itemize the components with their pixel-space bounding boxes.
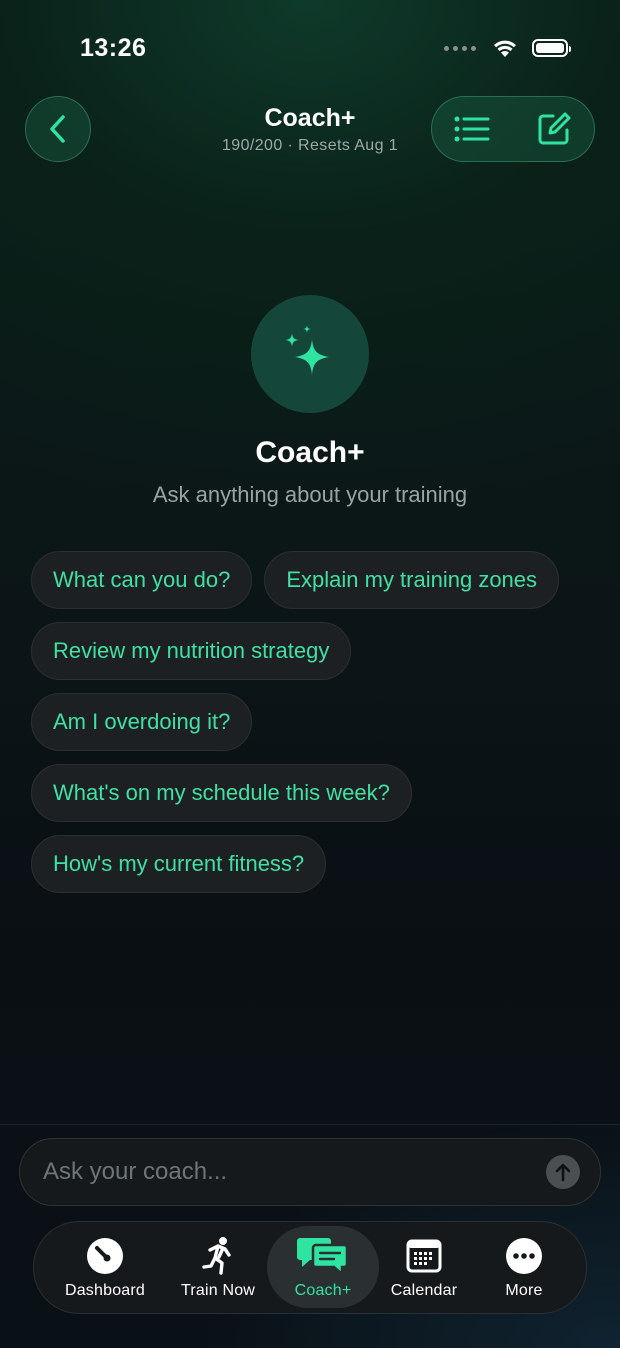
more-dots-icon bbox=[506, 1238, 542, 1274]
suggestion-chip[interactable]: Explain my training zones bbox=[264, 551, 560, 609]
tab-train-now[interactable]: Train Now bbox=[162, 1222, 274, 1312]
tab-label: Coach+ bbox=[294, 1282, 352, 1299]
tab-label: Calendar bbox=[390, 1282, 458, 1299]
tab-label: Train Now bbox=[180, 1282, 256, 1299]
message-composer bbox=[19, 1138, 601, 1206]
tab-dashboard[interactable]: Dashboard bbox=[49, 1222, 161, 1312]
divider bbox=[0, 1124, 620, 1125]
cellular-signal-icon bbox=[444, 45, 476, 51]
coach-avatar bbox=[251, 295, 369, 413]
tab-label: More bbox=[505, 1282, 543, 1299]
sparkles-icon bbox=[285, 325, 329, 375]
send-button[interactable] bbox=[546, 1155, 580, 1189]
suggestion-list: What can you do? Explain my training zon… bbox=[31, 551, 601, 906]
tab-more[interactable]: More bbox=[468, 1222, 580, 1312]
chat-bubbles-icon bbox=[297, 1238, 349, 1276]
tab-bar: Dashboard Train Now Coach+ Calendar More bbox=[33, 1221, 587, 1314]
suggestion-chip[interactable]: Am I overdoing it? bbox=[31, 693, 253, 751]
suggestion-chip[interactable]: Review my nutrition strategy bbox=[31, 622, 352, 680]
hero-subtitle: Ask anything about your training bbox=[152, 482, 468, 507]
wifi-icon bbox=[494, 40, 516, 57]
tab-calendar[interactable]: Calendar bbox=[368, 1222, 480, 1312]
arrow-up-icon bbox=[555, 1163, 571, 1182]
status-time: 13:26 bbox=[80, 34, 147, 62]
runner-icon bbox=[202, 1237, 231, 1275]
battery-icon bbox=[532, 39, 571, 57]
header-actions bbox=[431, 96, 595, 162]
gauge-icon bbox=[87, 1238, 123, 1274]
suggestion-chip[interactable]: What can you do? bbox=[31, 551, 253, 609]
status-icons bbox=[444, 38, 571, 58]
compose-icon bbox=[538, 112, 571, 145]
list-icon bbox=[454, 116, 490, 142]
tab-label: Dashboard bbox=[64, 1282, 146, 1299]
calendar-icon bbox=[406, 1239, 442, 1273]
new-chat-button[interactable] bbox=[534, 109, 574, 149]
suggestion-chip[interactable]: What's on my schedule this week? bbox=[31, 764, 412, 822]
history-button[interactable] bbox=[452, 109, 492, 149]
suggestion-chip[interactable]: How's my current fitness? bbox=[31, 835, 327, 893]
hero-title: Coach+ bbox=[255, 436, 365, 469]
tab-coach-plus[interactable]: Coach+ bbox=[267, 1226, 379, 1308]
message-input[interactable] bbox=[41, 1157, 546, 1187]
